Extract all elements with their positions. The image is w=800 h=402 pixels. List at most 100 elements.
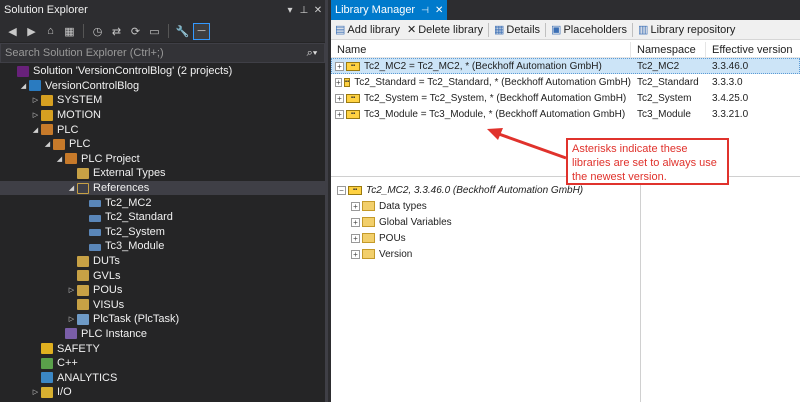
expand-arrow-icon[interactable]: ▷ <box>30 96 41 104</box>
expand-icon[interactable]: + <box>335 93 344 103</box>
properties-icon[interactable]: 🔧 <box>174 23 191 40</box>
tree-item-ref-tc2-mc2[interactable]: Tc2_MC2 <box>0 195 325 210</box>
search-input[interactable]: Search Solution Explorer (Ctrl+;) <box>5 47 300 59</box>
tree-item-plc[interactable]: ◢ PLC <box>0 122 325 137</box>
tree-item-data-types[interactable]: + Data types <box>331 198 640 214</box>
tree-item-gvls[interactable]: GVLs <box>0 268 325 283</box>
tree-item-pous[interactable]: + POUs <box>331 230 640 246</box>
collapse-arrow-icon[interactable]: ◢ <box>42 140 53 148</box>
library-detail-pane <box>641 178 800 402</box>
placeholders-button[interactable]: ▣ Placeholders <box>549 23 629 37</box>
tree-item-ref-tc3-module[interactable]: Tc3_Module <box>0 239 325 254</box>
tree-item-label: Version <box>379 248 413 260</box>
tree-item-label: Data types <box>379 200 427 212</box>
plc-icon <box>41 124 53 136</box>
tree-item-project[interactable]: ◢ VersionControlBlog <box>0 79 325 94</box>
expand-icon[interactable]: + <box>335 61 344 71</box>
expand-arrow-icon[interactable]: ▷ <box>66 286 77 294</box>
back-icon[interactable]: ◀ <box>4 23 21 40</box>
tree-item-label: References <box>93 182 150 195</box>
tree-item-motion[interactable]: ▷ MOTION <box>0 108 325 123</box>
history-icon[interactable]: ◷ <box>89 23 106 40</box>
library-content-tree: − ▪▪ Tc2_MC2, 3.3.46.0 (Beckhoff Automat… <box>331 178 641 402</box>
collapse-arrow-icon[interactable]: ◢ <box>54 155 65 163</box>
table-row[interactable]: + ▪▪ Tc3_Module = Tc3_Module, * (Beckhof… <box>331 106 800 122</box>
sync-icon[interactable]: ⇄ <box>108 23 125 40</box>
tree-item-ref-tc2-system[interactable]: Tc2_System <box>0 225 325 240</box>
tree-item-visus[interactable]: VISUs <box>0 298 325 313</box>
add-library-button[interactable]: ▤ Add library <box>333 23 402 37</box>
expand-icon[interactable]: + <box>351 233 360 243</box>
collapse-arrow-icon[interactable]: ◢ <box>18 82 29 90</box>
refresh-icon[interactable]: ⟳ <box>127 23 144 40</box>
column-header-namespace[interactable]: Namespace <box>631 42 706 57</box>
table-row[interactable]: + ▪▪ Tc2_System = Tc2_System, * (Beckhof… <box>331 90 800 106</box>
tree-item-solution[interactable]: Solution 'VersionControlBlog' (2 project… <box>0 64 325 79</box>
motion-icon <box>41 109 53 121</box>
close-icon[interactable]: ✕ <box>311 5 325 16</box>
io-icon <box>41 386 53 398</box>
tree-item-plc-child[interactable]: ◢ PLC <box>0 137 325 152</box>
tree-item-cpp[interactable]: C++ <box>0 356 325 371</box>
expand-icon[interactable]: + <box>351 249 360 259</box>
table-row[interactable]: + ▪▪ Tc2_MC2 = Tc2_MC2, * (Beckhoff Auto… <box>331 58 800 74</box>
pin-icon[interactable]: ⊥ <box>297 5 311 16</box>
table-row[interactable]: + ▪▪ Tc2_Standard = Tc2_Standard, * (Bec… <box>331 74 800 90</box>
plc-icon <box>53 138 65 150</box>
tree-item-label: SYSTEM <box>57 94 103 107</box>
tree-item-label: VISUs <box>93 298 125 311</box>
collapse-icon[interactable]: − <box>337 185 346 195</box>
solution-explorer-search[interactable]: Search Solution Explorer (Ctrl+;) ⌕▾ <box>0 43 325 63</box>
tree-item-safety[interactable]: SAFETY <box>0 341 325 356</box>
library-name: Tc2_Standard = Tc2_Standard, * (Beckhoff… <box>354 76 631 88</box>
tree-item-pous[interactable]: ▷ POUs <box>0 283 325 298</box>
tree-item-system[interactable]: ▷ SYSTEM <box>0 93 325 108</box>
switch-views-icon[interactable]: ▦ <box>61 23 78 40</box>
expand-icon[interactable]: + <box>351 217 360 227</box>
tree-item-plc-project[interactable]: ◢ PLC Project <box>0 152 325 167</box>
name-cell: + ▪▪ Tc2_MC2 = Tc2_MC2, * (Beckhoff Auto… <box>331 61 631 72</box>
pin-icon[interactable]: ⊣ <box>421 5 429 16</box>
expand-icon[interactable]: + <box>335 109 344 119</box>
tree-item-ref-tc2-standard[interactable]: Tc2_Standard <box>0 210 325 225</box>
tree-item-duts[interactable]: DUTs <box>0 254 325 269</box>
namespace-cell: Tc2_Standard <box>637 76 699 88</box>
tree-item-global-variables[interactable]: + Global Variables <box>331 214 640 230</box>
details-button[interactable]: ▦ Details <box>492 23 542 37</box>
dropdown-arrow-icon[interactable]: ▾ <box>283 5 297 16</box>
column-header-name[interactable]: Name <box>331 42 631 57</box>
tree-item-version[interactable]: + Version <box>331 246 640 262</box>
tree-item-io[interactable]: ▷ I/O <box>0 385 325 400</box>
expand-icon[interactable]: + <box>351 201 360 211</box>
search-icon[interactable]: ⌕▾ <box>300 47 324 60</box>
preview-icon[interactable]: ─ <box>193 22 210 40</box>
tree-item-analytics[interactable]: ANALYTICS <box>0 370 325 385</box>
expand-icon[interactable]: + <box>335 77 342 87</box>
expand-arrow-icon[interactable]: ▷ <box>66 315 77 323</box>
folder-icon <box>77 270 89 282</box>
tree-item-label: MOTION <box>57 109 101 122</box>
delete-library-button[interactable]: ✕ Delete library <box>405 23 485 37</box>
tree-item-label: PlcTask (PlcTask) <box>93 313 180 326</box>
column-header-effective-version[interactable]: Effective version <box>706 42 800 57</box>
namespace-cell: Tc3_Module <box>637 108 691 120</box>
collapse-arrow-icon[interactable]: ◢ <box>30 126 41 134</box>
toolbar-divider <box>168 24 169 38</box>
tree-item-plctask[interactable]: ▷ PlcTask (PlcTask) <box>0 312 325 327</box>
library-repository-button[interactable]: ▥ Library repository <box>636 23 737 37</box>
tab-library-manager[interactable]: Library Manager ⊣ ✕ <box>331 0 448 20</box>
expand-arrow-icon[interactable]: ▷ <box>30 388 41 396</box>
collapse-all-icon[interactable]: ▭ <box>146 23 163 40</box>
forward-icon[interactable]: ▶ <box>23 23 40 40</box>
tree-item-references[interactable]: ◢ References <box>0 180 325 196</box>
folder-icon <box>77 284 89 296</box>
tree-item-plc-instance[interactable]: PLC Instance <box>0 327 325 342</box>
namespace-cell: Tc2_System <box>637 92 692 104</box>
library-repository-icon: ▥ <box>638 24 649 36</box>
placeholders-label: Placeholders <box>563 23 628 36</box>
expand-arrow-icon[interactable]: ▷ <box>30 111 41 119</box>
tree-item-external-types[interactable]: External Types <box>0 166 325 181</box>
close-icon[interactable]: ✕ <box>435 5 443 16</box>
home-icon[interactable]: ⌂ <box>42 23 59 40</box>
collapse-arrow-icon[interactable]: ◢ <box>66 184 77 192</box>
